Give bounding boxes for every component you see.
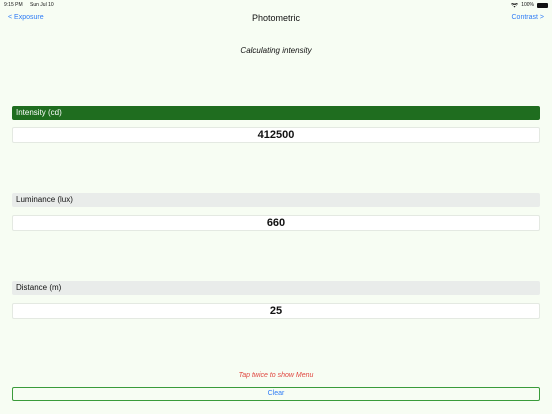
distance-value-field[interactable]: 25 xyxy=(12,303,540,319)
wifi-icon xyxy=(511,2,519,7)
battery-icon xyxy=(537,2,548,8)
menu-hint: Tap twice to show Menu xyxy=(238,372,314,379)
status-date: Sun Jul 10 xyxy=(30,2,54,8)
calculation-subtitle: Calculating intensity xyxy=(240,46,312,55)
status-bar: 9:15 PM Sun Jul 10 100% xyxy=(0,0,552,10)
next-contrast-button[interactable]: Contrast > xyxy=(512,14,545,21)
distance-header[interactable]: Distance (m) xyxy=(12,281,540,295)
navigation-bar: < Exposure Photometric Contrast > xyxy=(0,10,552,28)
clear-button[interactable]: Clear xyxy=(12,387,540,401)
luminance-header[interactable]: Luminance (lux) xyxy=(12,193,540,207)
page-title: Photometric xyxy=(251,13,301,23)
battery-percent: 100% xyxy=(521,2,534,8)
luminance-value-field[interactable]: 660 xyxy=(12,215,540,231)
intensity-header[interactable]: Intensity (cd) xyxy=(12,106,540,120)
status-time: 9:15 PM xyxy=(4,2,23,8)
intensity-value-field[interactable]: 412500 xyxy=(12,127,540,143)
